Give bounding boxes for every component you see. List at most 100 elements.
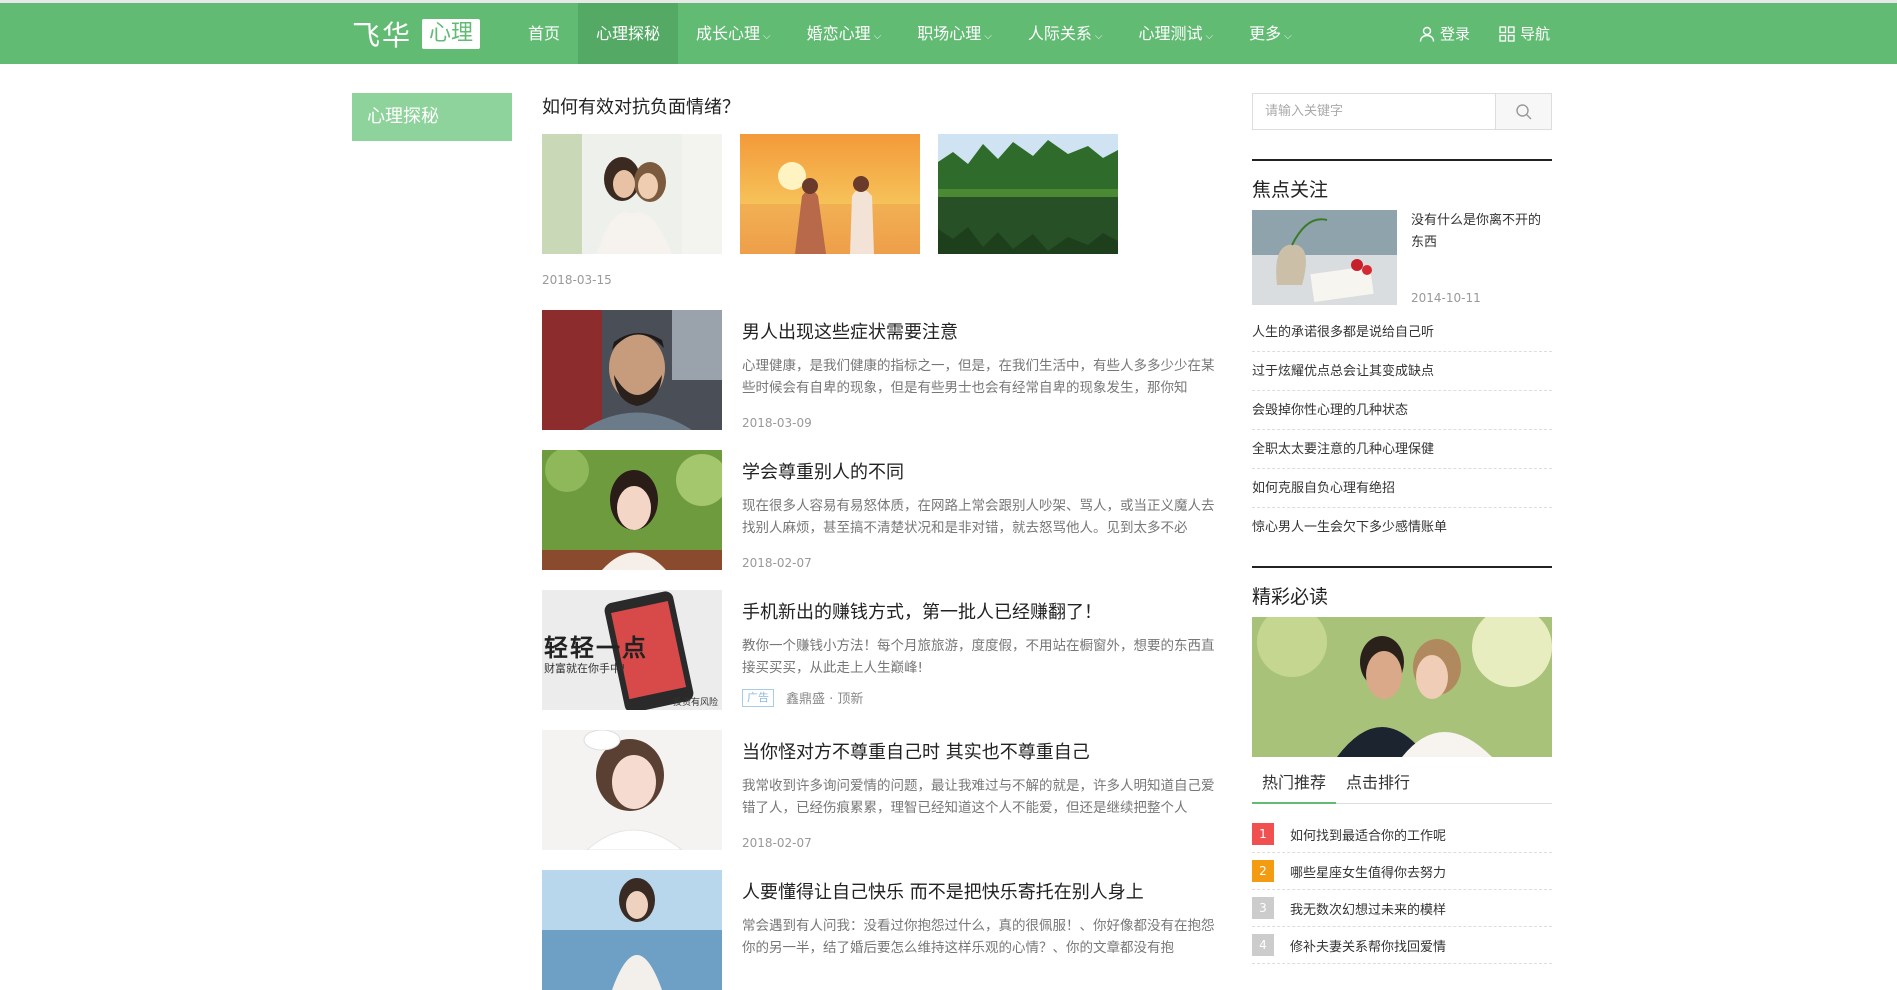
featured-section-title: 精彩必读 <box>1252 586 1329 608</box>
search-input[interactable] <box>1253 94 1496 129</box>
focus-list: 人生的承诺很多都是说给自己听 过于炫耀优点总会让其变成缺点 会毁掉你性心理的几种… <box>1252 313 1552 547</box>
rank-title[interactable]: 我无数次幻想过未来的模样 <box>1290 899 1446 918</box>
ad-image-subline: 财富就在你手中! <box>544 662 626 675</box>
chevron-down-icon: ⌵ <box>1094 31 1103 42</box>
search-box <box>1252 93 1552 130</box>
article-title[interactable]: 当你怪对方不尊重自己时 其实也不尊重自己 <box>742 738 1218 764</box>
grid-icon <box>1499 25 1515 42</box>
article-image-row <box>542 134 1118 254</box>
focus-section-title: 焦点关注 <box>1252 179 1329 201</box>
nav-item-relations[interactable]: 人际关系 ⌵ <box>1010 3 1121 64</box>
guide-label: 导航 <box>1520 25 1551 43</box>
rank-number: 3 <box>1252 897 1274 919</box>
article-item[interactable]: 男人出现这些症状需要注意 心理健康，是我们健康的指标之一，但是，在我们生活中，有… <box>542 310 1218 430</box>
nav-label: 更多 <box>1249 24 1282 43</box>
user-icon <box>1419 26 1435 42</box>
list-item[interactable]: 如何克服自负心理有绝招 <box>1252 469 1552 508</box>
section-divider <box>1252 566 1552 568</box>
logo-brand-name: 飞华 <box>352 19 413 52</box>
login-link[interactable]: 登录 <box>1419 3 1470 64</box>
bearded-man-photo[interactable] <box>542 310 722 430</box>
lake-forest-photo[interactable] <box>938 134 1118 254</box>
article-title[interactable]: 如何有效对抗负面情绪？ <box>542 93 1218 119</box>
chevron-down-icon: ⌵ <box>984 31 992 42</box>
nav-label: 婚恋心理 <box>806 24 871 43</box>
rank-number: 2 <box>1252 860 1274 882</box>
nav-item-growth[interactable]: 成长心理 ⌵ <box>678 3 789 64</box>
article-excerpt: 现在很多人容易有易怒体质，在网路上常会跟别人吵架、骂人，或当正义魔人去找别人麻烦… <box>742 498 1215 536</box>
woman-seaside-photo[interactable] <box>542 870 722 990</box>
main-nav: 首页 心理探秘 成长心理 ⌵ 婚恋心理 ⌵ 职场心理 ⌵ 人际关系 ⌵ 心理测试 ⌵ 更多… <box>510 3 1310 64</box>
rank-number: 4 <box>1252 934 1274 956</box>
list-item[interactable]: 惊心男人一生会欠下多少感情账单 <box>1252 508 1552 547</box>
list-item[interactable]: 人生的承诺很多都是说给自己听 <box>1252 313 1552 352</box>
chevron-down-icon: ⌵ <box>1205 31 1214 42</box>
rank-title[interactable]: 哪些星座女生值得你去努力 <box>1290 862 1446 881</box>
article-title[interactable]: 手机新出的赚钱方式，第一批人已经赚翻了！ <box>742 598 1218 624</box>
nav-label: 心理测试 <box>1138 24 1203 43</box>
rank-title[interactable]: 修补夫妻关系帮你找回爱情 <box>1290 936 1446 955</box>
nav-item-workplace[interactable]: 职场心理 ⌵ <box>899 3 1010 64</box>
rank-item[interactable]: 1 如何找到最适合你的工作呢 <box>1252 816 1552 853</box>
article-excerpt: 心理健康，是我们健康的指标之一，但是，在我们生活中，有些人多多少少在某些时候会有… <box>742 358 1215 396</box>
article-item[interactable]: 人要懂得让自己快乐 而不是把快乐寄托在别人身上 常会遇到有人问我：没看过你抱怨过… <box>542 870 1218 990</box>
nav-label: 职场心理 <box>917 24 982 43</box>
ad-source[interactable]: 鑫鼎盛 · 顶新 <box>786 688 863 707</box>
wedding-couple-photo[interactable] <box>1252 617 1552 757</box>
nav-item-psych-explore[interactable]: 心理探秘 <box>578 3 679 64</box>
article-item-ad[interactable]: 轻轻一点 财富就在你手中! 投资有风险 手机新出的赚钱方式，第一批人已经赚翻了！… <box>542 590 1218 710</box>
article-date: 2018-02-07 <box>742 556 812 570</box>
list-item[interactable]: 会毁掉你性心理的几种状态 <box>1252 391 1552 430</box>
search-button[interactable] <box>1496 94 1551 129</box>
article-multi-image[interactable]: 如何有效对抗负面情绪？ 2018-03-15 <box>542 93 1218 287</box>
ad-risk-note: 投资有风险 <box>672 698 718 708</box>
phone-ad-photo[interactable]: 轻轻一点 财富就在你手中! 投资有风险 <box>542 590 722 710</box>
chevron-down-icon: ⌵ <box>1284 31 1292 42</box>
article-title[interactable]: 学会尊重别人的不同 <box>742 458 1218 484</box>
chevron-down-icon: ⌵ <box>763 31 771 42</box>
login-label: 登录 <box>1440 25 1471 43</box>
focus-top-title[interactable]: 没有什么是你离不开的东西 <box>1411 210 1552 254</box>
rank-list: 1 如何找到最适合你的工作呢 2 哪些星座女生值得你去努力 3 我无数次幻想过未… <box>1252 816 1552 964</box>
rank-item[interactable]: 3 我无数次幻想过未来的模样 <box>1252 890 1552 927</box>
nav-item-tests[interactable]: 心理测试 ⌵ <box>1120 3 1231 64</box>
category-label[interactable]: 心理探秘 <box>352 93 512 141</box>
article-excerpt: 教你一个赚钱小方法！每个月旅旅游，度度假，不用站在橱窗外，想要的东西直接买买买，… <box>742 638 1215 676</box>
ad-badge: 广告 <box>742 688 774 707</box>
article-title[interactable]: 人要懂得让自己快乐 而不是把快乐寄托在别人身上 <box>742 878 1218 904</box>
focus-top-date: 2014-10-11 <box>1411 291 1481 305</box>
rank-tabs: 热门推荐 点击排行 <box>1252 764 1552 804</box>
rank-number: 1 <box>1252 823 1274 845</box>
woman-white-dress-photo[interactable] <box>542 730 722 850</box>
nav-label: 成长心理 <box>696 24 761 43</box>
logo-channel-tag: 心理 <box>422 19 481 49</box>
tab-click-rank[interactable]: 点击排行 <box>1336 764 1420 804</box>
article-date: 2018-02-07 <box>742 836 812 850</box>
sunset-couple-photo[interactable] <box>740 134 920 254</box>
ad-meta: 广告 鑫鼎盛 · 顶新 <box>742 688 863 707</box>
article-item[interactable]: 学会尊重别人的不同 现在很多人容易有易怒体质，在网路上常会跟别人吵架、骂人，或当… <box>542 450 1218 570</box>
article-title[interactable]: 男人出现这些症状需要注意 <box>742 318 1218 344</box>
search-icon <box>1515 103 1531 119</box>
top-navbar: 飞华 心理 首页 心理探秘 成长心理 ⌵ 婚恋心理 ⌵ 职场心理 ⌵ 人际关系 ⌵ 心理… <box>0 3 1897 64</box>
rank-title[interactable]: 如何找到最适合你的工作呢 <box>1290 825 1446 844</box>
nav-label: 首页 <box>528 24 561 43</box>
article-item[interactable]: 当你怪对方不尊重自己时 其实也不尊重自己 我常收到许多询问爱情的问题，最让我难过… <box>542 730 1218 850</box>
rank-item[interactable]: 2 哪些星座女生值得你去努力 <box>1252 853 1552 890</box>
nav-label: 心理探秘 <box>596 24 661 43</box>
nav-item-home[interactable]: 首页 <box>510 3 578 64</box>
two-women-comfort-photo[interactable] <box>542 134 722 254</box>
young-woman-greenery-photo[interactable] <box>542 450 722 570</box>
article-excerpt: 我常收到许多询问爱情的问题，最让我难过与不解的就是，许多人明知道自己爱错了人，已… <box>742 778 1215 816</box>
site-logo[interactable]: 飞华 心理 <box>352 17 481 52</box>
vase-book-roses-photo[interactable] <box>1252 210 1397 305</box>
tab-hot-recommend[interactable]: 热门推荐 <box>1252 764 1337 804</box>
site-guide-link[interactable]: 导航 <box>1499 3 1550 64</box>
ad-image-headline: 轻轻一点 <box>544 634 648 662</box>
list-item[interactable]: 全职太太要注意的几种心理保健 <box>1252 430 1552 469</box>
nav-item-love[interactable]: 婚恋心理 ⌵ <box>789 3 900 64</box>
nav-item-more[interactable]: 更多 ⌵ <box>1231 3 1310 64</box>
section-divider <box>1252 159 1552 161</box>
list-item[interactable]: 过于炫耀优点总会让其变成缺点 <box>1252 352 1552 391</box>
article-date: 2018-03-15 <box>542 273 612 287</box>
